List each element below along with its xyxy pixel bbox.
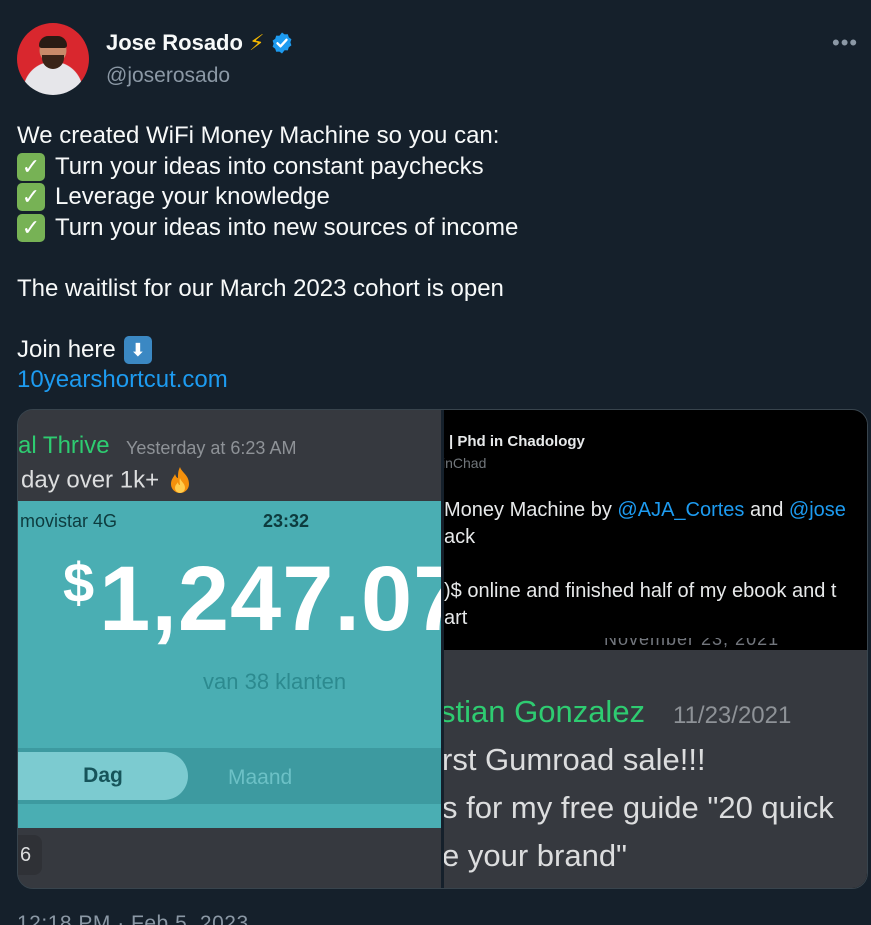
bullet-text: Turn your ideas into constant paychecks [55, 152, 484, 180]
bullet-text: Leverage your knowledge [55, 183, 330, 210]
embedded-tweet-line: Money Machine by @AJA_Cortes and @jose [444, 499, 846, 522]
discord-timestamp: Yesterday at 6:23 AM [126, 438, 297, 458]
tweet-bullet: ✓ Turn your ideas into constant paycheck… [17, 152, 847, 183]
check-mark-icon: ✓ [17, 152, 45, 181]
author-name-row[interactable]: Jose Rosado ⚡ [106, 30, 294, 56]
payment-screenshot: movistar 4G 23:32 $1,247.07 van 38 klant… [18, 501, 441, 828]
customer-count: van 38 klanten [203, 669, 347, 694]
tweet-timestamp[interactable]: 12:18 PM · Feb 5, 2023 [17, 910, 417, 925]
down-arrow-icon: ⬇ [123, 335, 152, 364]
tweet-text: We created WiFi Money Machine so you can… [17, 121, 847, 396]
embedded-tweet-name: | Phd in Chadology [449, 433, 585, 450]
sales-amount: $1,247.07 [63, 547, 441, 652]
embedded-tweet-handle: inChad [444, 455, 487, 471]
more-options-icon[interactable]: ••• [832, 30, 858, 56]
tweet-timestamp-text[interactable]: 12:18 PM · Feb 5, 2023 [17, 912, 417, 925]
lightning-icon: ⚡ [248, 30, 265, 55]
discord-username: stian Gonzalez [444, 694, 646, 729]
status-clock: 23:32 [263, 511, 310, 531]
tweet-link-line: 10yearshortcut.com [17, 365, 847, 396]
tweet-link[interactable]: 10yearshortcut.com [17, 365, 228, 396]
embedded-text: Money Machine by [444, 499, 618, 521]
embedded-tweet-line: ack [444, 526, 476, 548]
tab-dag: Dag [18, 752, 188, 800]
tweet-join: Join here ⬇ [17, 335, 847, 366]
currency-symbol: $ [63, 551, 96, 614]
verified-badge-icon [272, 32, 292, 54]
embedded-tweet-line: art [444, 607, 468, 629]
discord-message-line: rst Gumroad sale!!! [444, 742, 706, 777]
media-grid: al Thrive Yesterday at 6:23 AM day over … [17, 409, 868, 889]
discord-message-2: November 23, 2021 stian Gonzalez 11/23/2… [444, 638, 867, 888]
author-handle[interactable]: @joserosado [106, 64, 230, 88]
discord-message: day over 1k+ [21, 466, 194, 496]
embedded-tweet-line: )$ online and finished half of my ebook … [444, 580, 837, 602]
media-image-right[interactable]: | Phd in Chadology inChad Money Machine … [444, 410, 867, 888]
embedded-tweet: | Phd in Chadology inChad Money Machine … [444, 418, 867, 650]
check-mark-icon: ✓ [17, 183, 45, 212]
discord-message-line: s for my free guide "20 quick [444, 790, 834, 825]
author-name[interactable]: Jose Rosado [106, 30, 243, 56]
join-text: Join here [17, 335, 116, 363]
tab-maand: Maand [228, 766, 293, 789]
mention: @AJA_Cortes [617, 499, 745, 521]
media-image-left[interactable]: al Thrive Yesterday at 6:23 AM day over … [18, 410, 441, 888]
tweet-waitlist: The waitlist for our March 2023 cohort i… [17, 274, 504, 302]
date-separator-text: November 23, 2021 [604, 638, 780, 648]
avatar-hair [39, 36, 67, 48]
date-separator: November 23, 2021 [604, 638, 834, 648]
reaction-chip: 6 [18, 835, 42, 875]
check-mark-icon: ✓ [17, 213, 45, 242]
discord-timestamp: 11/23/2021 [673, 702, 792, 729]
tweet-bullet: ✓ Turn your ideas into new sources of in… [17, 213, 847, 244]
discord-username: al Thrive [18, 432, 110, 459]
amount-value: 1,247.07 [99, 548, 441, 650]
mention: @jose [788, 499, 846, 521]
author-avatar[interactable] [17, 23, 89, 95]
bullet-text: Turn your ideas into new sources of inco… [55, 213, 519, 241]
discord-message-text: day over 1k+ [21, 466, 160, 494]
carrier-label: movistar 4G [20, 511, 118, 531]
fire-icon [170, 467, 189, 493]
discord-message-line: e your brand" [444, 838, 628, 873]
embedded-text: and [744, 499, 789, 521]
tweet-bullet: ✓ Leverage your knowledge [17, 182, 847, 213]
tweet-intro: We created WiFi Money Machine so you can… [17, 122, 500, 149]
period-segmented-control: Dag Maand [18, 748, 441, 804]
avatar-beard [42, 55, 64, 69]
